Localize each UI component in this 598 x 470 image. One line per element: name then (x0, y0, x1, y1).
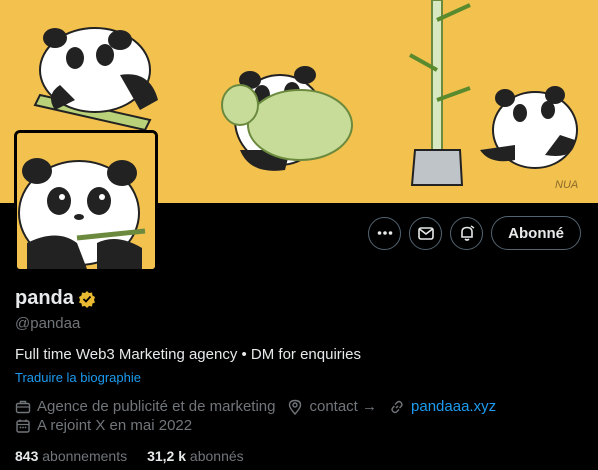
profile-stats: 843 abonnements 31,2 k abonnés (15, 448, 244, 464)
profile-category: Agence de publicité et de marketing (37, 398, 276, 415)
more-button[interactable] (368, 216, 402, 250)
calendar-icon (16, 419, 30, 433)
profile-name-row: panda (15, 287, 96, 310)
display-name: panda (15, 287, 74, 309)
profile-avatar[interactable] (14, 130, 158, 272)
profile-handle: @pandaa (15, 315, 81, 332)
message-icon (417, 227, 434, 240)
following-label: abonnements (42, 448, 128, 464)
link-icon (391, 400, 403, 413)
message-button[interactable] (409, 216, 443, 250)
profile-meta-row-2: A rejoint X en mai 2022 (15, 417, 192, 434)
profile-joined-date: A rejoint X en mai 2022 (37, 417, 193, 434)
translate-bio-link[interactable]: Traduire la biographie (15, 370, 141, 385)
profile-bio: Full time Web3 Marketing agency • DM for… (15, 346, 361, 363)
profile-meta-row-1: Agence de publicité et de marketing cont… (15, 398, 496, 415)
profile-actions: Abonné (368, 216, 581, 250)
banner-signature: NUA (555, 179, 578, 191)
followers-label: abonnés (189, 448, 244, 464)
followers-count: 31,2 k (147, 448, 187, 464)
more-icon (377, 231, 392, 235)
location-icon (289, 399, 302, 415)
following-button[interactable]: Abonné (491, 216, 581, 250)
notification-button[interactable] (450, 216, 484, 250)
profile-website-link[interactable]: pandaaa.xyz (411, 398, 496, 415)
following-count: 843 (15, 448, 39, 464)
avatar-panda-illustration (17, 133, 155, 269)
following-stat[interactable]: 843 abonnements (15, 448, 127, 464)
briefcase-icon (15, 400, 31, 413)
profile-location: contact → (309, 398, 378, 415)
followers-stat[interactable]: 31,2 k abonnés (147, 448, 244, 464)
notification-bell-icon (460, 225, 475, 241)
verified-badge-icon[interactable] (78, 290, 96, 308)
